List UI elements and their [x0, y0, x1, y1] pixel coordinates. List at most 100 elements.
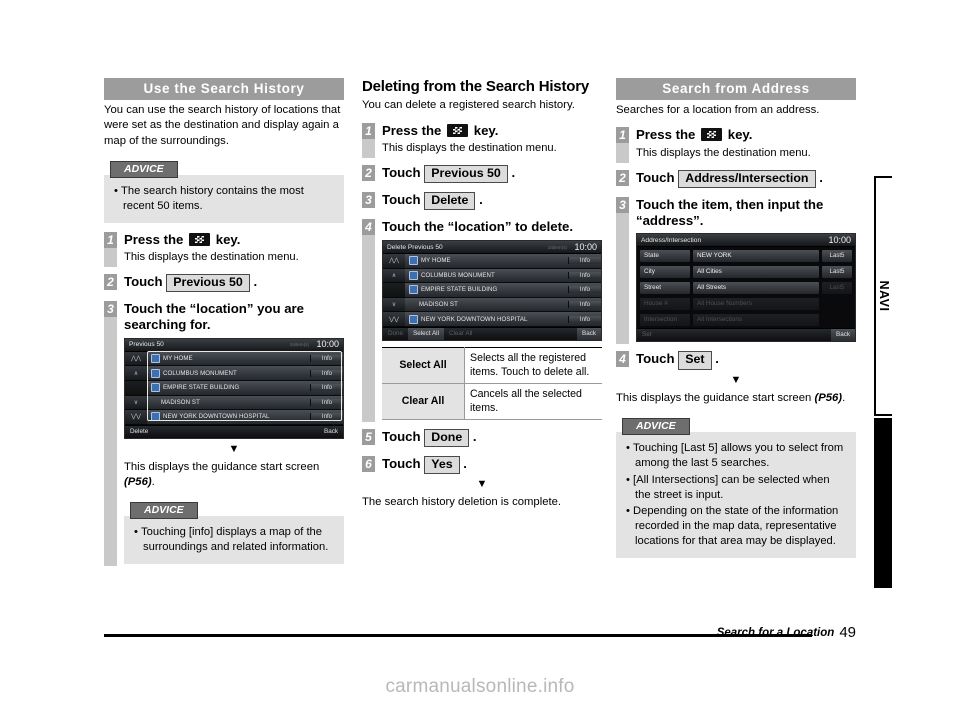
back-button[interactable]: Back [577, 327, 601, 340]
info-button[interactable]: Info [568, 286, 601, 294]
info-button[interactable]: Info [310, 413, 343, 421]
info-button[interactable]: Info [310, 355, 343, 363]
touch-key-address-intersection[interactable]: Address/Intersection [678, 169, 816, 188]
list-item-label: EMPIRE STATE BUILDING [421, 286, 498, 294]
touch-key-delete[interactable]: Delete [424, 192, 476, 211]
form-row-street[interactable]: Street All Streets Last5 [637, 280, 855, 297]
form-row-city[interactable]: City All Cities Last5 [637, 264, 855, 281]
step-title: Press the key. [124, 232, 344, 248]
watermark: carmanualsonline.info [385, 676, 575, 697]
field-value[interactable]: NEW YORK [693, 249, 819, 262]
select-all-button[interactable]: Select All [408, 327, 444, 340]
scroll-up-icon[interactable]: ∧ [125, 366, 147, 381]
touch-key-done[interactable]: Done [424, 429, 470, 448]
step-title-prefix: Press the [382, 122, 442, 138]
set-button[interactable]: Set [637, 329, 656, 341]
step-title-suffix: key. [727, 127, 753, 143]
list-item[interactable]: NEW YORK DOWNTOWN HOSPITAL Info [405, 312, 601, 327]
list-item[interactable]: MY HOME Info [147, 351, 343, 367]
list-item[interactable]: EMPIRE STATE BUILDING Info [405, 283, 601, 298]
clear-all-button[interactable]: Clear All [444, 328, 477, 340]
info-button[interactable]: Info [310, 369, 343, 377]
advice-box-2: ADVICE Touching [info] displays a map of… [124, 500, 344, 564]
back-button[interactable]: Back [831, 329, 855, 342]
touch-key-yes[interactable]: Yes [424, 456, 460, 475]
step-1: 1 Press the key. This displays the desti… [616, 127, 856, 163]
back-button[interactable]: Back [319, 426, 343, 438]
form-row-intersection[interactable]: Intersection All Intersections [637, 312, 855, 327]
list-item[interactable]: MY HOME Info [405, 254, 601, 269]
info-button[interactable]: Info [568, 257, 601, 265]
flow-arrow-down: ▼ [228, 442, 240, 455]
field-value[interactable]: All Intersections [693, 313, 819, 326]
button-description-table: Select All Selects all the registered it… [382, 346, 602, 421]
step-number: 4 [362, 219, 375, 236]
section-intro: You can use the search history of locati… [104, 104, 341, 147]
list-item[interactable]: NEW YORK DOWNTOWN HOSPITAL Info [147, 410, 343, 425]
list-item[interactable]: EMPIRE STATE BUILDING Info [147, 380, 343, 396]
nav-list: MY HOME Info COLUMBUS MONUMENT Info EMPI… [405, 254, 601, 327]
form-row-state[interactable]: State NEW YORK Last5 [637, 248, 855, 265]
field-value[interactable]: All Cities [693, 265, 819, 278]
footer-title: Search for a Location [716, 627, 835, 639]
table-row: Select All Selects all the registered it… [382, 347, 602, 385]
list-item[interactable]: MADISON ST Info [405, 297, 601, 313]
step-rail [362, 138, 375, 158]
scroll-bottom-icon[interactable]: ⋁⋁ [383, 312, 405, 327]
info-button[interactable]: Info [310, 384, 343, 392]
footer-rule [104, 634, 812, 637]
step-title: Touch Set . [636, 351, 856, 370]
list-item-label: COLUMBUS MONUMENT [163, 369, 237, 377]
table-desc: Selects all the registered items. Touch … [464, 347, 602, 385]
list-item-label: MADISON ST [419, 301, 458, 309]
advice-label: ADVICE [110, 160, 178, 178]
list-item[interactable]: COLUMBUS MONUMENT Info [405, 268, 601, 284]
field-value[interactable]: All House Numbers [693, 297, 819, 310]
advice-content: Touching [info] displays a map of the su… [124, 516, 344, 564]
info-button[interactable]: Info [568, 271, 601, 279]
step-title: Touch Yes . [382, 456, 602, 475]
info-button[interactable]: Info [310, 398, 343, 406]
touch-key-previous-50[interactable]: Previous 50 [166, 273, 250, 293]
step-title: Touch the “location” to delete. [382, 219, 573, 235]
list-item[interactable]: MADISON ST Info [147, 395, 343, 411]
scroll-top-icon[interactable]: ⋀⋀ [125, 351, 147, 367]
info-button[interactable]: Info [568, 315, 601, 323]
step-2: 2 Touch Address/Intersection . [616, 169, 856, 188]
field-value[interactable]: All Streets [693, 281, 819, 294]
field-label: Street [640, 281, 690, 294]
list-item-label: MY HOME [421, 257, 451, 265]
delete-button[interactable]: Delete [125, 426, 153, 438]
touch-key-set[interactable]: Set [678, 351, 712, 370]
step-1: 1 Press the key. This displays the desti… [104, 231, 344, 267]
side-tab-navi-label: NAVI [877, 280, 891, 312]
step-title: Press the key. [382, 123, 602, 139]
scroll-down-icon[interactable]: ∨ [125, 395, 147, 411]
touch-key-previous-50[interactable]: Previous 50 [424, 164, 508, 184]
step-subtext: This displays the destination menu. [382, 142, 557, 155]
step-subtext: This displays the destination menu. [636, 147, 811, 160]
nav-scroll-rail: ⋀⋀ ∧ ∨ ⋁⋁ [125, 351, 147, 425]
advice-item: [All Intersections] can be selected when… [626, 473, 848, 503]
info-button[interactable]: Info [568, 301, 601, 309]
last5-button[interactable]: Last5 [822, 265, 852, 278]
step-title: Touch Done . [382, 429, 602, 448]
scroll-bottom-icon[interactable]: ⋁⋁ [125, 410, 147, 425]
section-heading-search-from-address: Search from Address [616, 78, 856, 100]
done-button[interactable]: Done [383, 328, 408, 340]
step-4: 4 Touch the “location” to delete. Delete… [362, 219, 602, 423]
form-row-house-number[interactable]: House # All House Numbers [637, 296, 855, 313]
nav-header: Delete Previous 50 34item(s) 10:00 [383, 241, 601, 254]
last5-button[interactable]: Last5 [822, 249, 852, 262]
scroll-down-icon[interactable]: ∨ [383, 297, 405, 313]
nav-body: ⋀⋀ ∧ ∨ ⋁⋁ MY HOME Info COLUMBUS MONUMENT… [383, 254, 601, 327]
flow-arrow-down: ▼ [476, 478, 488, 491]
side-tab-destination-settings-label: Destination Settings [876, 449, 890, 571]
nav-clock: 10:00 [316, 339, 339, 350]
page-number: 49 [839, 624, 856, 641]
scroll-up-icon[interactable]: ∧ [383, 268, 405, 284]
scroll-top-icon[interactable]: ⋀⋀ [383, 254, 405, 269]
advice-item: Touching [Last 5] allows you to select f… [626, 441, 848, 471]
last5-button[interactable]: Last5 [822, 281, 852, 294]
list-item[interactable]: COLUMBUS MONUMENT Info [147, 366, 343, 381]
